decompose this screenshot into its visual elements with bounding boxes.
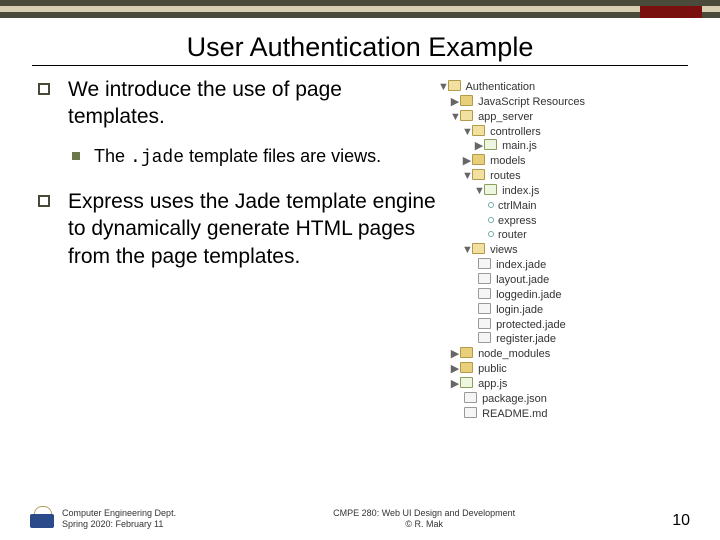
tree-label: app_server — [478, 111, 533, 123]
sub-bullet-1a-text: The .jade template files are views. — [94, 145, 381, 170]
hollow-square-icon — [38, 195, 50, 207]
tree-label: package.json — [482, 393, 547, 405]
tree-label: router — [498, 229, 527, 241]
file-icon — [478, 258, 491, 269]
hollow-square-icon — [38, 83, 50, 95]
file-icon — [478, 273, 491, 284]
sjsu-logo-icon — [30, 506, 54, 530]
page-number: 10 — [672, 512, 690, 530]
bullet-list: We introduce the use of page templates. … — [38, 76, 438, 421]
folder-open-icon — [448, 80, 461, 91]
footer-course: CMPE 280: Web UI Design and Development — [176, 508, 672, 519]
tree-label: public — [478, 363, 507, 375]
footer: Computer Engineering Dept. Spring 2020: … — [0, 506, 720, 530]
tree-label: routes — [490, 170, 521, 182]
folder-icon — [460, 362, 473, 373]
footer-copyright: © R. Mak — [176, 519, 672, 530]
bullet-1: We introduce the use of page templates. — [38, 76, 438, 131]
tree-label: register.jade — [496, 333, 556, 345]
file-icon — [478, 288, 491, 299]
file-icon — [464, 392, 477, 403]
js-file-icon — [484, 139, 497, 150]
bullet-2-text: Express uses the Jade template engine to… — [68, 188, 438, 270]
tree-label: ctrlMain — [498, 200, 537, 212]
folder-open-icon — [460, 110, 473, 121]
tree-label: controllers — [490, 126, 541, 138]
tree-label: login.jade — [496, 304, 543, 316]
js-file-icon — [460, 377, 473, 388]
sub-bullet-1a: The .jade template files are views. — [72, 145, 438, 170]
tree-label: protected.jade — [496, 319, 566, 331]
sub-pre: The — [94, 146, 130, 166]
footer-date: Spring 2020: February 11 — [62, 519, 176, 530]
js-file-icon — [484, 184, 497, 195]
tree-label: loggedin.jade — [496, 289, 561, 301]
tree-label: index.js — [502, 185, 539, 197]
sub-post: template files are views. — [184, 146, 381, 166]
folder-icon — [460, 95, 473, 106]
footer-middle: CMPE 280: Web UI Design and Development … — [176, 508, 672, 530]
dot-icon — [488, 202, 494, 208]
slide-title: User Authentication Example — [0, 32, 720, 63]
tree-label: layout.jade — [496, 274, 549, 286]
folder-open-icon — [472, 243, 485, 254]
file-icon — [478, 303, 491, 314]
folder-open-icon — [472, 125, 485, 136]
tree-label: views — [490, 244, 518, 256]
dot-icon — [488, 217, 494, 223]
dot-icon — [488, 231, 494, 237]
file-icon — [464, 407, 477, 418]
tree-label: app.js — [478, 378, 507, 390]
tree-label: JavaScript Resources — [478, 96, 585, 108]
folder-icon — [472, 154, 485, 165]
bullet-1-text: We introduce the use of page templates. — [68, 76, 438, 131]
file-tree: ▼ Authentication ▶ JavaScript Resources … — [438, 76, 658, 421]
tree-root: ▼ Authentication — [438, 80, 658, 95]
tree-label: index.jade — [496, 259, 546, 271]
tree-label: models — [490, 155, 525, 167]
file-icon — [478, 332, 491, 343]
bullet-2: Express uses the Jade template engine to… — [38, 188, 438, 270]
filled-square-icon — [72, 152, 80, 160]
code-span: .jade — [130, 148, 184, 168]
tree-label: main.js — [502, 140, 537, 152]
tree-label: README.md — [482, 408, 547, 420]
footer-left: Computer Engineering Dept. Spring 2020: … — [62, 508, 176, 530]
folder-open-icon — [472, 169, 485, 180]
tree-label: node_modules — [478, 348, 550, 360]
tree-label: Authentication — [465, 81, 535, 93]
folder-icon — [460, 347, 473, 358]
file-icon — [478, 318, 491, 329]
tree-label: express — [498, 215, 537, 227]
decorative-top-bar — [0, 0, 720, 22]
footer-dept: Computer Engineering Dept. — [62, 508, 176, 519]
title-rule — [32, 65, 688, 66]
